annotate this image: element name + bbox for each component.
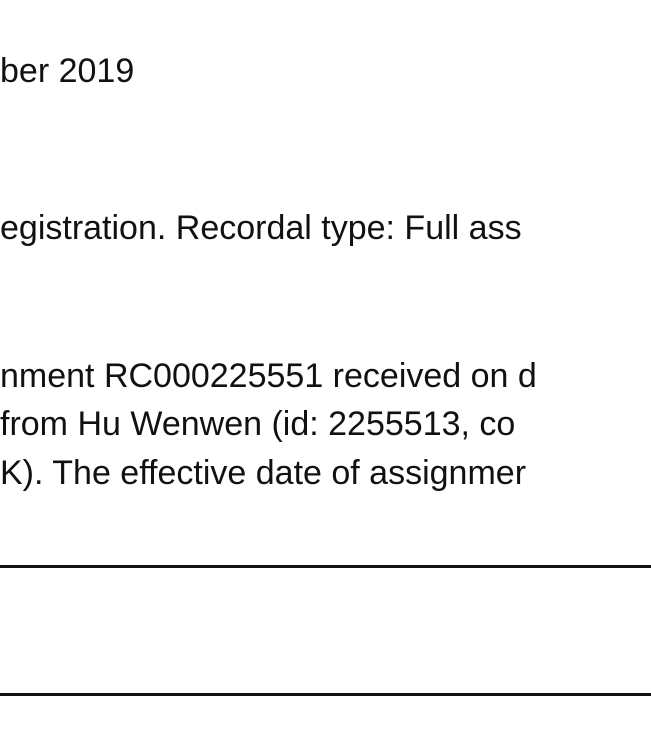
registration-line: egistration. Recordal type: Full ass	[0, 209, 522, 247]
effective-date-line: K). The effective date of assignmer	[0, 454, 527, 492]
assignment-line: nment RC000225551 received on d	[0, 357, 537, 395]
date-line: ber 2019	[0, 52, 135, 90]
assignor-line: from Hu Wenwen (id: 2255513, co	[0, 405, 516, 443]
horizontal-rule-top	[0, 565, 651, 568]
horizontal-rule-bottom	[0, 693, 651, 696]
document-page: ber 2019 egistration. Recordal type: Ful…	[0, 0, 651, 754]
